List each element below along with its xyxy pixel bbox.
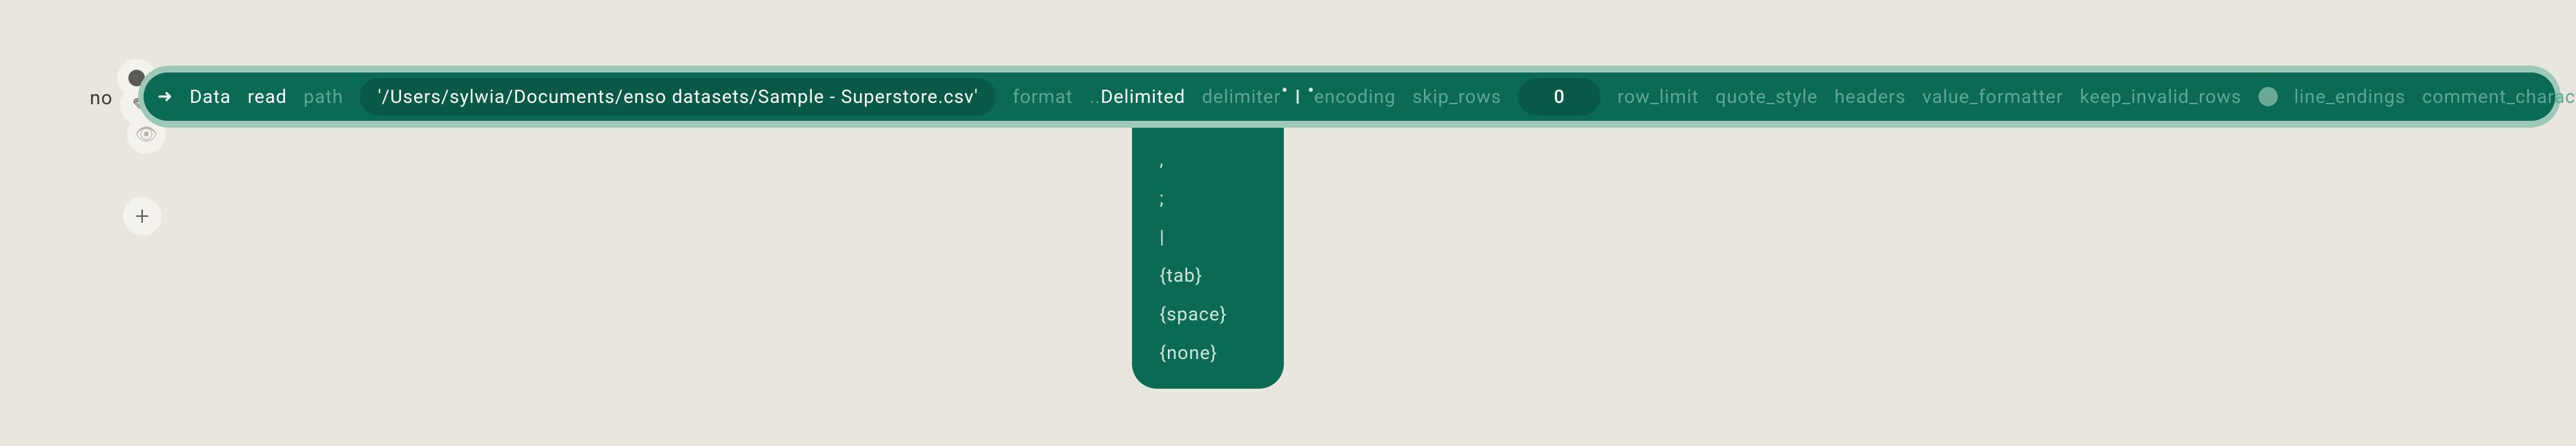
dropdown-item[interactable]: , [1132,140,1284,179]
add-node-button[interactable]: + [123,197,162,235]
skip-rows-value[interactable]: 0 [1518,78,1601,115]
param-label-line-endings[interactable]: line_endings [2294,86,2406,108]
param-label-value-formatter[interactable]: value_formatter [1922,86,2063,108]
output-arrow-icon: ➜ [157,85,173,108]
param-label-skip-rows: skip_rows [1412,86,1501,108]
format-prefix: .. [1089,86,1100,108]
dropdown-item[interactable]: {tab} [1132,256,1284,295]
param-label-delimiter: delimiter [1202,86,1280,108]
param-label-format: format [1013,86,1073,108]
delimiter-dropdown: , ; | {tab} {space} {none} [1132,128,1284,389]
param-label-comment-character[interactable]: comment_character [2422,86,2576,108]
path-value[interactable]: '/Users/sylwia/Documents/enso datasets/S… [360,78,996,115]
dropdown-item[interactable]: {none} [1132,333,1284,372]
eye-icon: 👁 [135,124,157,145]
param-label-keep-invalid-rows[interactable]: keep_invalid_rows [2080,86,2242,108]
param-label-headers[interactable]: headers [1835,86,1906,108]
method-namespace[interactable]: Data [190,86,231,108]
method-name[interactable]: read [248,86,287,108]
param-label-encoding[interactable]: encoding [1314,86,1396,108]
delimiter-icon [1296,90,1298,104]
node-halo: ➜ Data read path '/Users/sylwia/Document… [138,66,2561,128]
format-value: Delimited [1101,86,1186,108]
cropped-text: no [90,86,113,109]
param-label-quote-style[interactable]: quote_style [1715,86,1817,108]
node-bar[interactable]: ➜ Data read path '/Users/sylwia/Document… [144,72,2555,121]
dropdown-item[interactable]: ; [1132,179,1284,217]
param-label-path: path [304,86,344,108]
keep-invalid-rows-toggle[interactable] [2258,87,2278,106]
format-value-group[interactable]: ..Delimited [1089,86,1185,108]
plus-icon: + [135,202,149,231]
dropdown-item[interactable]: {space} [1132,295,1284,333]
dropdown-item[interactable]: | [1132,217,1284,256]
param-label-row-limit[interactable]: row_limit [1617,86,1699,108]
